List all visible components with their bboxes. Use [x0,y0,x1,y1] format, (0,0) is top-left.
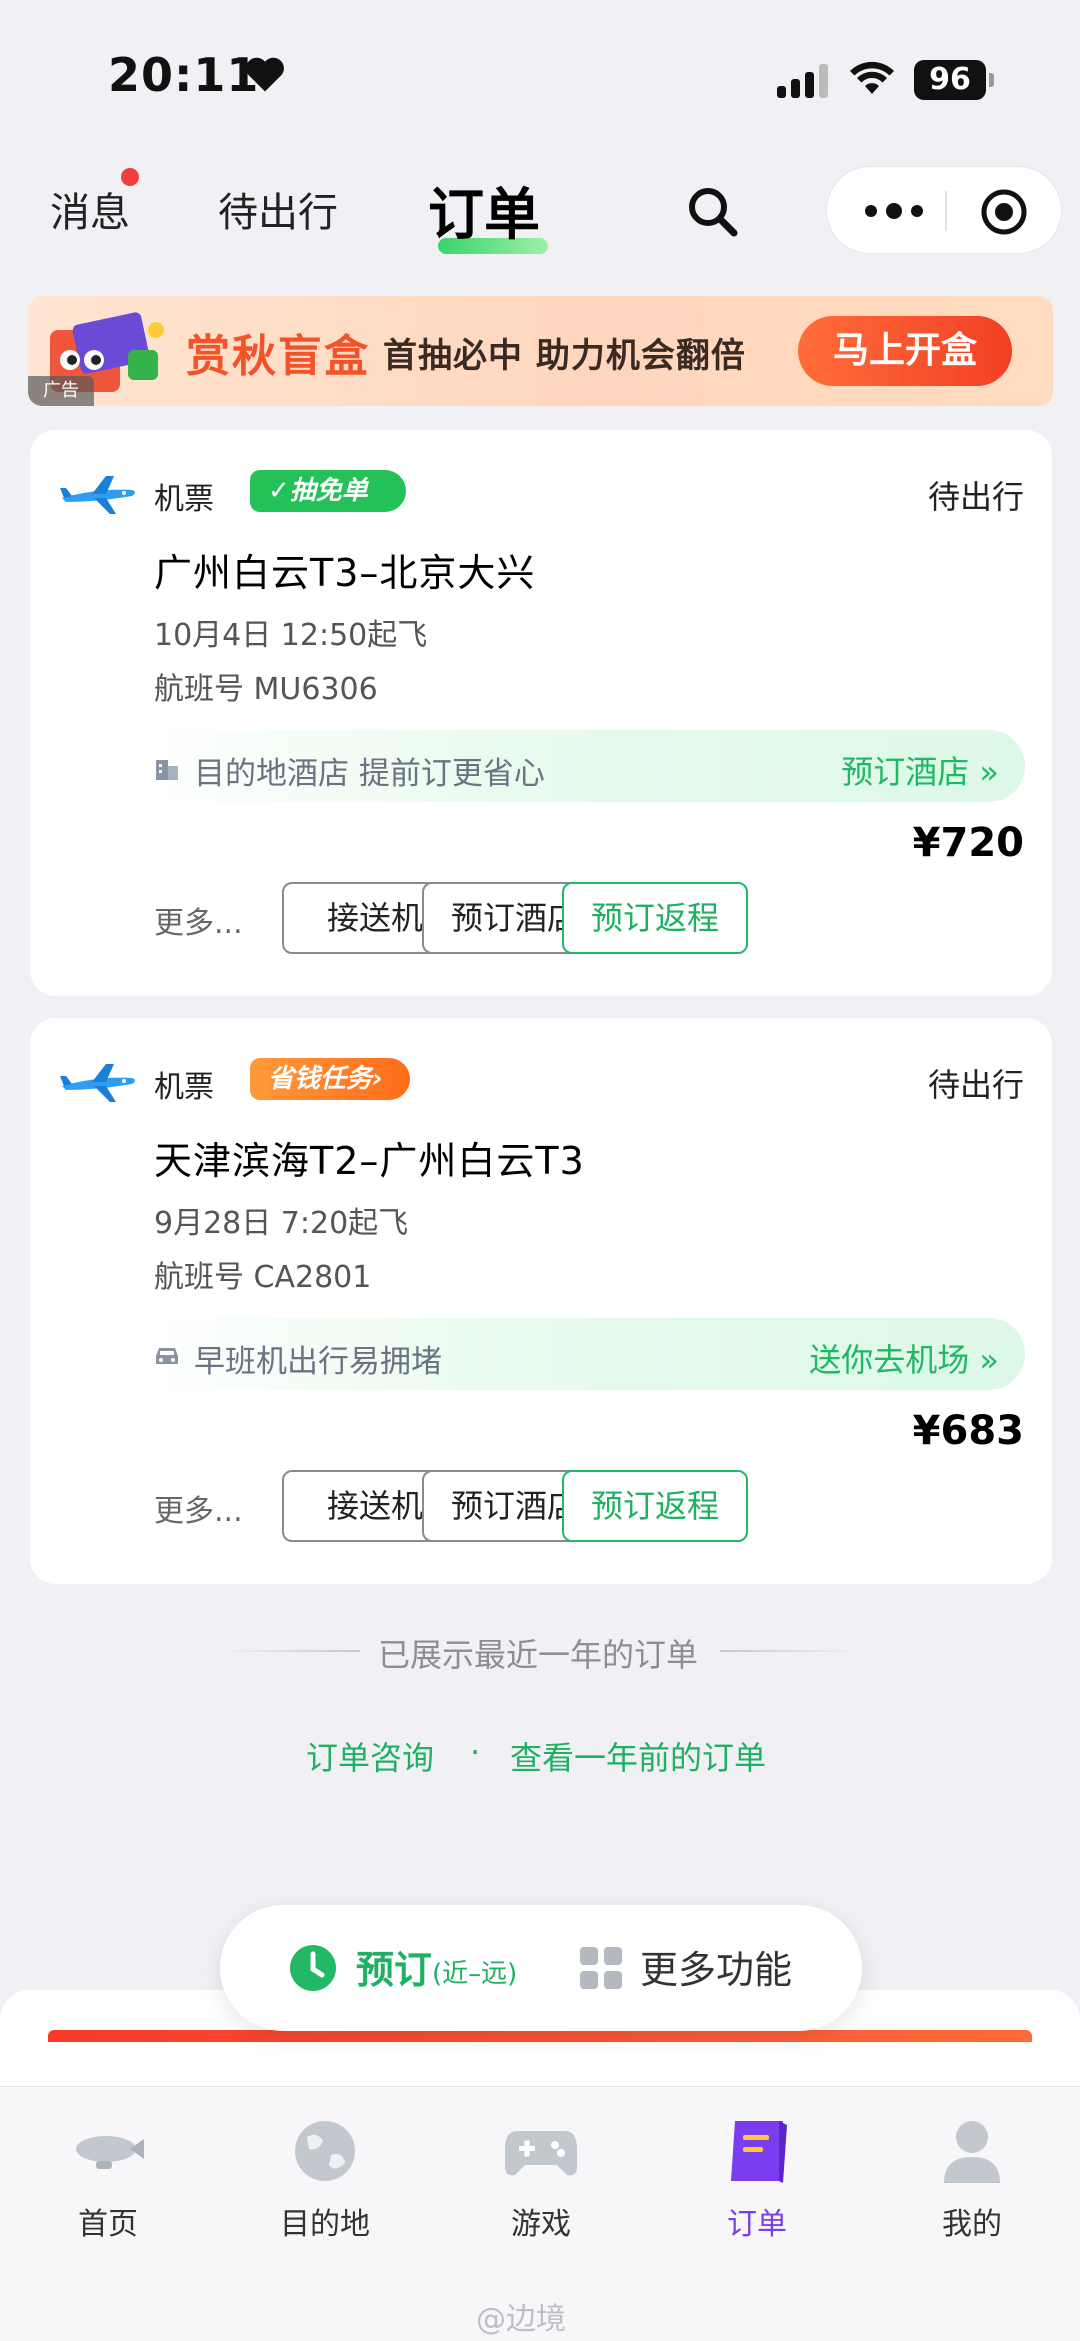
saving-task-badge[interactable]: 省钱任务› [250,1058,410,1100]
person-icon [944,2121,1000,2183]
nav-destination[interactable]: 目的地 [245,2115,405,2265]
capsule-divider [945,191,947,231]
nav-label: 订单 [727,2207,787,2242]
order-price: ¥720 [912,820,1024,866]
older-orders-link[interactable]: 查看一年前的订单 [510,1733,766,1779]
more-features-button[interactable]: 更多功能 [640,1939,792,1994]
link-separator: · [470,1733,481,1771]
order-consult-link[interactable]: 订单咨询 [306,1733,434,1779]
floating-action-pill: 预订 (近–远) 更多功能 [220,1905,862,2031]
order-status: 待出行 [927,478,1024,516]
more-actions[interactable]: 更多... [154,898,243,942]
close-miniprogram-icon[interactable] [979,187,1029,237]
ad-title: 赏秋盲盒 [186,331,370,382]
clock-icon[interactable] [288,1943,338,1993]
book-return-button[interactable]: 预订返程 [562,1470,748,1542]
grid-icon[interactable] [578,1945,624,1991]
search-icon[interactable] [684,183,740,239]
sort-booking-button[interactable]: 预订 [356,1939,432,1994]
nav-games[interactable]: 游戏 [461,2115,621,2265]
promo-airport-ride-link[interactable]: 送你去机场 » [809,1335,999,1381]
more-dots-icon[interactable] [859,189,929,233]
book-return-button[interactable]: 预订返程 [562,882,748,954]
tab-orders[interactable]: 订单 [428,170,540,251]
divider-left [220,1650,360,1652]
promo-text: 早班机出行易拥堵 [194,1344,442,1380]
sheet-banner-edge [48,2030,1032,2042]
order-category: 机票 [154,1070,214,1105]
divider-right [720,1650,860,1652]
ad-subtitle: 首抽必中 助力机会翻倍 [383,336,746,376]
nav-label: 我的 [942,2207,1002,2242]
order-category: 机票 [154,482,214,517]
nav-label: 首页 [78,2207,138,2242]
order-status: 待出行 [927,1066,1024,1104]
status-time: 20:11 [108,48,260,102]
tab-upcoming[interactable]: 待出行 [218,180,338,238]
flight-number: 航班号 MU6306 [154,672,378,707]
sort-range-label: (近–远) [432,1959,518,1989]
airport-ride-promo-bar[interactable]: 早班机出行易拥堵 送你去机场 » [140,1318,1025,1390]
promo-book-hotel-link[interactable]: 预订酒店 » [841,747,999,793]
airplane-icon [60,476,135,514]
nav-home[interactable]: 首页 [28,2115,188,2265]
hotel-promo-bar[interactable]: 目的地酒店 提前订更省心 预订酒店 » [140,730,1025,802]
globe-icon [295,2121,355,2181]
order-card[interactable]: 机票 省钱任务› 待出行 天津滨海T2–广州白云T3 9月28日 7:20起飞 … [30,1018,1052,1584]
blimp-icon [76,2136,144,2169]
free-order-badge[interactable]: ✓抽免单 [250,470,406,512]
cellular-signal-icon [777,64,828,98]
unread-dot [121,168,139,186]
tab-messages[interactable]: 消息 [50,180,130,238]
flight-route: 天津滨海T2–广州白云T3 [154,1139,585,1183]
more-actions[interactable]: 更多... [154,1486,243,1530]
promo-text: 目的地酒店 提前订更省心 [194,756,545,792]
ad-banner[interactable]: 广告 赏秋盲盒 首抽必中 助力机会翻倍 马上开盒 [28,296,1053,406]
ad-open-button[interactable]: 马上开盒 [798,316,1012,386]
shown-orders-note: 已展示最近一年的订单 [378,1636,699,1674]
gamepad-icon [505,2131,577,2176]
car-icon [156,1348,178,1364]
status-bar: 20:11 96 [0,0,1080,150]
airplane-icon [60,1064,135,1102]
flight-number: 航班号 CA2801 [154,1260,372,1295]
order-card[interactable]: 机票 ✓抽免单 待出行 广州白云T3–北京大兴 10月4日 12:50起飞 航班… [30,430,1052,996]
nav-label: 游戏 [511,2207,571,2242]
heart-icon [246,57,284,92]
watermark: @边境 [476,2302,566,2337]
building-icon [156,760,178,780]
ad-label: 广告 [28,376,94,406]
wifi-icon [850,61,894,94]
flight-route: 广州白云T3–北京大兴 [154,551,536,595]
order-price: ¥683 [912,1408,1024,1454]
departure-time: 9月28日 7:20起飞 [154,1206,409,1241]
departure-time: 10月4日 12:50起飞 [154,618,428,653]
battery-indicator: 96 [914,60,994,100]
order-book-icon [731,2121,787,2183]
nav-orders[interactable]: 订单 [677,2115,837,2265]
miniprogram-capsule [826,166,1062,254]
nav-label: 目的地 [280,2207,370,2242]
nav-profile[interactable]: 我的 [892,2115,1052,2265]
